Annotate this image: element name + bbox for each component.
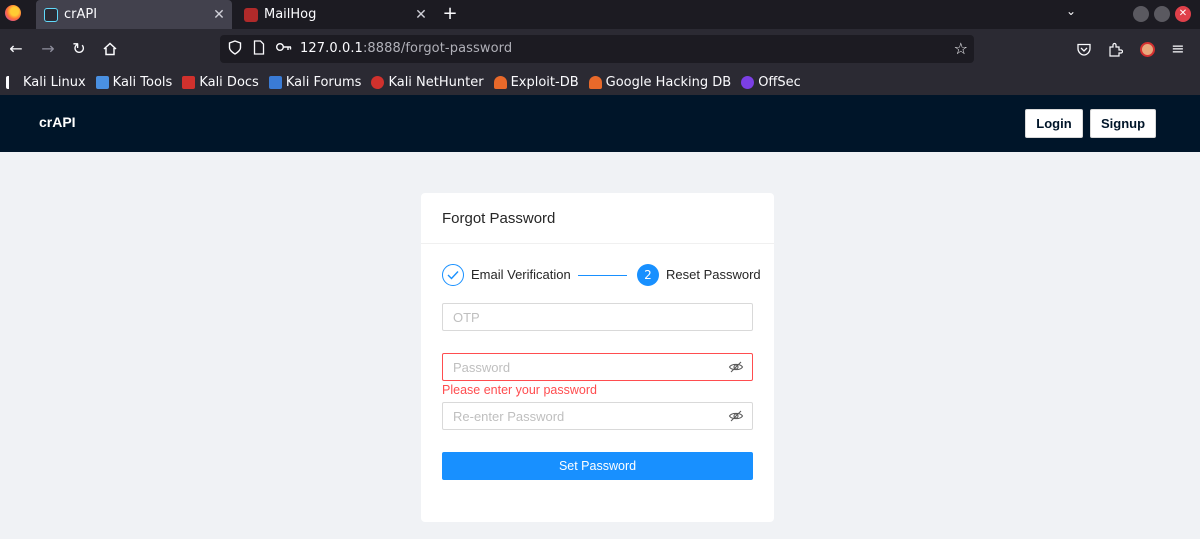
eye-invisible-icon[interactable] <box>728 359 744 375</box>
list-all-tabs-chevron-icon[interactable]: ⌄ <box>1066 4 1076 18</box>
kali-tools-icon <box>95 75 109 89</box>
brand-logo-text[interactable]: crAPI <box>39 114 76 130</box>
profile-avatar-icon[interactable] <box>1136 38 1158 60</box>
minimize-button[interactable] <box>1133 6 1149 22</box>
offsec-icon <box>741 75 755 89</box>
card-title: Forgot Password <box>421 193 774 244</box>
close-tab-icon[interactable]: ✕ <box>412 7 430 23</box>
bookmarks-bar: Kali Linux Kali Tools Kali Docs Kali For… <box>0 69 1200 95</box>
bookmark-label: Google Hacking DB <box>605 74 732 90</box>
back-arrow-icon[interactable]: ← <box>5 38 27 60</box>
bookmark-offsec[interactable]: OffSec <box>741 75 801 90</box>
home-icon[interactable] <box>99 38 121 60</box>
bookmark-label: Kali Forums <box>285 74 362 90</box>
bookmark-label: Kali Docs <box>199 74 259 90</box>
extensions-puzzle-icon[interactable] <box>1104 38 1126 60</box>
bookmark-star-icon[interactable]: ☆ <box>954 39 968 58</box>
kali-nethunter-icon <box>371 75 385 89</box>
step-number-badge: 2 <box>637 264 659 286</box>
kali-dragon-icon <box>6 75 19 89</box>
tab-title: MailHog <box>264 7 317 22</box>
key-icon[interactable] <box>275 40 293 58</box>
signup-button[interactable]: Signup <box>1090 109 1156 138</box>
url-host: 127.0.0.1 <box>300 41 363 56</box>
set-password-button[interactable]: Set Password <box>442 452 753 480</box>
shield-icon[interactable] <box>228 40 242 59</box>
hamburger-menu-icon[interactable]: ≡ <box>1167 38 1189 60</box>
reload-icon[interactable]: ↻ <box>68 38 90 60</box>
bookmark-label: Kali Tools <box>112 74 173 90</box>
bookmark-kali-linux[interactable]: Kali Linux <box>6 75 86 90</box>
mailhog-pig-icon <box>244 7 258 22</box>
ghdb-icon <box>588 75 602 89</box>
bookmark-label: Kali Linux <box>23 74 86 90</box>
kali-forums-icon <box>268 75 282 89</box>
forgot-password-card: Forgot Password Email Verification 2 Res… <box>421 193 774 522</box>
tab-mailhog[interactable]: MailHog ✕ <box>236 0 434 29</box>
browser-tab-bar: crAPI ✕ MailHog ✕ + ⌄ ✕ <box>0 0 1200 29</box>
bookmark-label: Kali NetHunter <box>388 74 484 90</box>
react-icon <box>44 7 58 22</box>
bookmark-kali-forums[interactable]: Kali Forums <box>268 74 362 90</box>
bookmark-kali-tools[interactable]: Kali Tools <box>95 74 173 90</box>
forward-arrow-icon[interactable]: → <box>37 38 59 60</box>
bookmark-google-hacking-db[interactable]: Google Hacking DB <box>588 74 732 90</box>
tab-title: crAPI <box>64 7 98 22</box>
app-header: crAPI Login Signup <box>0 95 1200 152</box>
eye-invisible-icon[interactable] <box>728 408 744 424</box>
exploit-db-icon <box>493 75 507 89</box>
pocket-icon[interactable] <box>1073 38 1095 60</box>
step-reset-password-label: Reset Password <box>666 267 761 282</box>
bookmark-label: Exploit-DB <box>510 74 579 90</box>
otp-input[interactable] <box>442 303 753 331</box>
maximize-button[interactable] <box>1154 6 1170 22</box>
password-input[interactable] <box>442 353 753 381</box>
bookmark-kali-docs[interactable]: Kali Docs <box>182 75 259 90</box>
url-text: 127.0.0.1:8888/forgot-password <box>300 41 512 56</box>
firefox-menu-icon[interactable] <box>5 5 21 21</box>
tab-crapi[interactable]: crAPI ✕ <box>36 0 232 29</box>
close-tab-icon[interactable]: ✕ <box>210 7 228 23</box>
url-path: :8888/forgot-password <box>362 41 513 56</box>
browser-nav-bar: ← → ↻ 127.0.0.1:8888/forgot-password ☆ ≡ <box>0 29 1200 69</box>
confirm-password-input[interactable] <box>442 402 753 430</box>
bookmark-label: OffSec <box>758 74 801 90</box>
step-check-icon <box>442 264 464 286</box>
kali-docs-icon <box>182 75 196 89</box>
step-email-verification-label: Email Verification <box>471 267 571 282</box>
close-window-button[interactable]: ✕ <box>1175 6 1191 22</box>
step-connector <box>578 275 627 276</box>
login-button[interactable]: Login <box>1025 109 1083 138</box>
url-bar[interactable]: 127.0.0.1:8888/forgot-password ☆ <box>220 35 974 63</box>
bookmark-exploit-db[interactable]: Exploit-DB <box>493 74 579 90</box>
new-tab-button[interactable]: + <box>440 3 460 24</box>
steps-progress: Email Verification 2 Reset Password <box>442 264 761 288</box>
page-info-icon[interactable] <box>253 40 265 59</box>
password-error-message: Please enter your password <box>442 383 597 397</box>
bookmark-kali-nethunter[interactable]: Kali NetHunter <box>371 74 484 90</box>
